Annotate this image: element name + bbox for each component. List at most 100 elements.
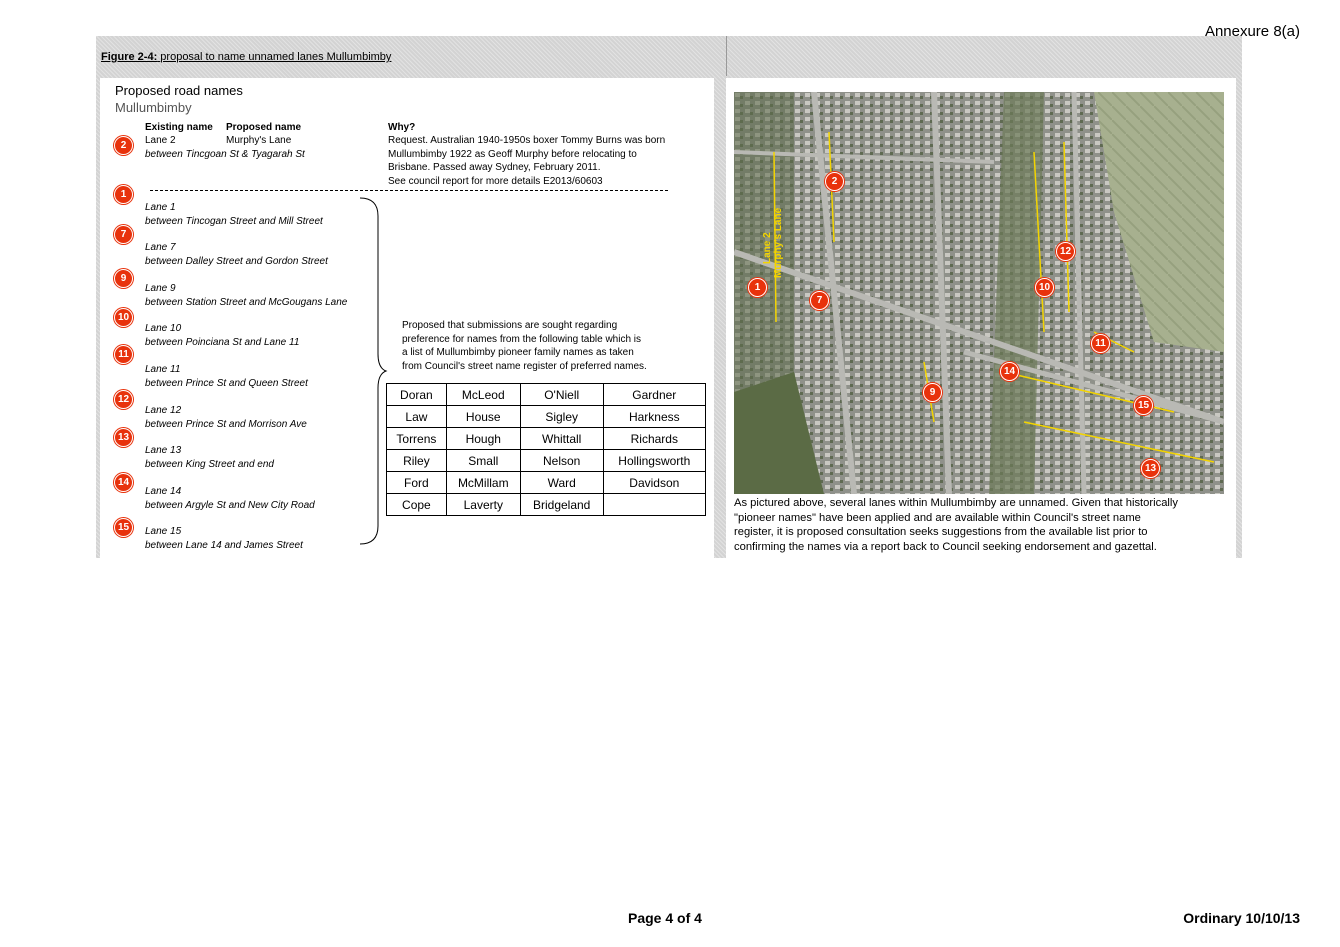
lane-entry-15: Lane 15 between Lane 14 and James Street [145,525,303,552]
lane-marker-13: 13 [114,428,133,447]
lane-marker-9: 9 [114,269,133,288]
figure-title: proposal to name unnamed lanes Mullumbim… [160,51,392,63]
lane-name: Lane 12 [145,405,182,416]
lane-marker-1: 1 [114,185,133,204]
table-cell: McMillam [445,471,521,494]
pioneer-names-table: Doran McLeod O'Niell Gardner Law House S… [386,383,707,516]
lane-marker-14: 14 [114,473,133,492]
caption-line: "pioneer names" have been applied and ar… [734,511,1141,524]
lane-name: Lane 1 [145,202,176,213]
why-line: Request. Australian 1940-1950s boxer Tom… [388,135,666,146]
aerial-map: Lane 2 Murphy's Lane 1 2 7 9 10 11 12 13… [734,92,1224,494]
figure-frame: Figure 2-4: proposal to name unnamed lan… [96,36,1242,558]
map-marker-10: 10 [1035,278,1054,297]
table-cell: Richards [602,427,707,450]
header-why: Why? [388,122,416,133]
lane-entry-12: Lane 12 between Prince St and Morrison Av… [145,404,307,431]
map-label-lane2: Lane 2 [762,232,773,264]
lane-marker-11: 11 [114,345,133,364]
note-line: from Council's street name register of p… [402,360,647,372]
figure-number: Figure 2-4: [101,51,158,63]
table-cell: Law [386,405,447,428]
why-line: See council report for more details E201… [388,175,603,187]
map-label-murphys-lane: Murphy's Lane [773,207,784,278]
lane-between: between Station Street and McGougans Lan… [145,296,348,308]
table-cell: Harkness [602,405,707,428]
map-marker-7: 7 [810,291,829,310]
map-marker-15: 15 [1134,396,1153,415]
table-cell: Gardner [602,383,707,406]
note-line: preference for names from the following … [402,333,642,345]
lane-name: Lane 7 [145,242,176,253]
table-cell: Hough [445,427,521,450]
lane-name: Lane 13 [145,445,182,456]
table-cell: McLeod [445,383,521,406]
lane-between: between Lane 14 and James Street [145,539,303,551]
table-cell: Cope [386,493,447,516]
table-cell: Ford [386,471,447,494]
table-row: Law House Sigley Harkness [386,405,707,428]
caption-line: confirming the names via a report back t… [734,540,1157,553]
lane-name: Lane 9 [145,283,176,294]
caption-line: As pictured above, several lanes within … [734,497,1178,509]
table-cell: Bridgeland [519,493,604,516]
lane-marker-10: 10 [114,308,133,327]
header-existing-name: Existing name [145,122,213,133]
caption-line: register, it is proposed consultation se… [734,526,1148,538]
map-marker-2: 2 [825,172,844,191]
table-cell: Davidson [602,471,707,494]
lane-name: Lane 11 [145,364,181,375]
table-cell: Torrens [386,427,447,450]
lane2-existing: Lane 2 [145,135,176,146]
page-number: Page 4 of 4 [628,910,702,926]
table-row: Cope Laverty Bridgeland [386,493,707,516]
table-cell: Laverty [445,493,521,516]
proposed-names-panel: Proposed road names Mullumbimby Existing… [100,78,714,558]
panel-title: Proposed road names [115,83,243,98]
lane-between: between Dalley Street and Gordon Street [145,255,328,267]
lane-between: between Prince St and Queen Street [145,377,308,389]
map-marker-14: 14 [1000,362,1019,381]
grouping-brace [359,197,388,545]
lane-name: Lane 10 [145,323,182,334]
submissions-note: Proposed that submissions are sought reg… [402,319,692,373]
map-marker-1: 1 [748,278,767,297]
lane-entry-11: Lane 11 between Prince St and Queen Stree… [145,363,308,390]
map-panel: Lane 2 Murphy's Lane 1 2 7 9 10 11 12 13… [726,78,1236,558]
dashed-separator [150,190,668,191]
lane2-why: Request. Australian 1940-1950s boxer Tom… [388,134,665,188]
lane-between: between Prince St and Morrison Ave [145,418,307,430]
panel-subtitle: Mullumbimby [115,100,192,115]
note-line: Proposed that submissions are sought reg… [402,320,618,331]
lane-entry-7: Lane 7 between Dalley Street and Gordon S… [145,241,328,268]
table-cell: Whittall [519,427,604,450]
table-cell: O'Niell [519,383,604,406]
note-line: a list of Mullumbimby pioneer family nam… [402,347,634,358]
lane-entry-14: Lane 14 between Argyle St and New City Ro… [145,485,315,512]
table-cell: Sigley [519,405,604,428]
lane-entry-10: Lane 10 between Poinciana St and Lane 11 [145,322,299,349]
map-marker-9: 9 [923,383,942,402]
lane-entry-1: Lane 1 between Tincogan Street and Mill S… [145,201,323,228]
header-proposed-name: Proposed name [226,122,302,133]
aerial-map-graphic [734,92,1224,494]
lane-marker-7: 7 [114,225,133,244]
lane-between: between Poinciana St and Lane 11 [145,336,300,348]
figure-caption: Figure 2-4: proposal to name unnamed lan… [101,51,391,63]
table-cell: Ward [519,471,604,494]
table-cell: Riley [386,449,447,472]
map-marker-13: 13 [1141,459,1160,478]
table-row: Riley Small Nelson Hollingsworth [386,449,707,472]
lane2-between: between Tincgoan St & Tyagarah St [145,149,305,160]
table-cell: Doran [386,383,447,406]
lane-name: Lane 15 [145,526,182,537]
map-marker-11: 11 [1091,334,1110,353]
lane-marker-15: 15 [114,518,133,537]
table-row: Torrens Hough Whittall Richards [386,427,707,450]
lane2-proposed: Murphy's Lane [226,135,292,146]
caption-divider [726,36,727,76]
lane-entry-13: Lane 13 between King Street and end [145,444,274,471]
lane-between: between Tincogan Street and Mill Street [145,215,323,227]
why-line: Brisbane. Passed away Sydney, February 2… [388,162,601,173]
table-cell: Nelson [519,449,604,472]
